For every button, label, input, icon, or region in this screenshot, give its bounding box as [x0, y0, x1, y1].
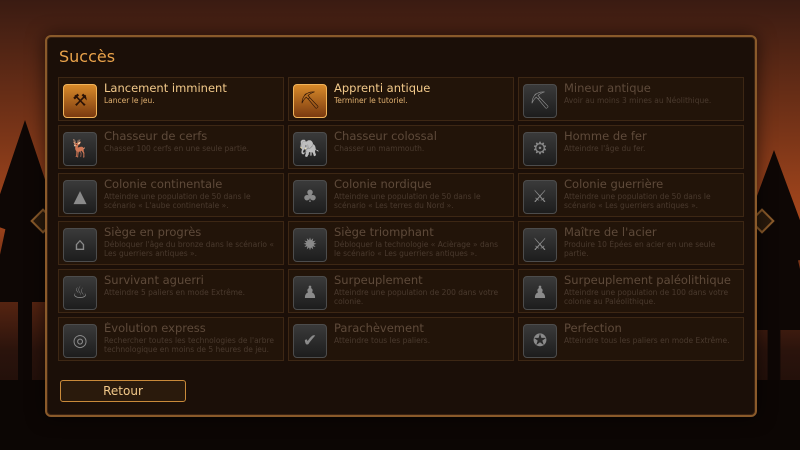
achievement-description: Débloquer la technologie « Acièrage » da…	[334, 240, 498, 258]
achievement-name: Parachèvement	[334, 322, 424, 335]
achievement-icon: ⚔	[523, 228, 557, 262]
achievement-text: Chasseur colossal Chasser un mammouth.	[334, 130, 437, 153]
page-title: Succès	[59, 47, 116, 66]
achievement-text: Apprenti antique Terminer le tutoriel.	[334, 82, 430, 105]
achievement-name: Chasseur de cerfs	[104, 130, 208, 143]
achievement-name: Apprenti antique	[334, 82, 431, 95]
achievement-description: Rechercher toutes les technologies de l'…	[104, 336, 275, 354]
achievement-icon: ▲	[63, 180, 97, 214]
achievement-card[interactable]: ♟ Surpeuplement Atteindre une population d…	[288, 269, 514, 313]
achievement-description: Atteindre une population de 100 dans vot…	[564, 288, 729, 306]
achievement-name: Perfection	[564, 322, 622, 335]
achievements-panel: Succès ⚒ Lancement imminent Lancer le jeu.…	[45, 35, 757, 417]
achievement-icon: ✪	[523, 324, 557, 358]
achievement-icon: ♣	[293, 180, 327, 214]
achievement-text: Colonie guerrière Atteindre une populatio…	[564, 178, 737, 210]
achievement-description: Atteindre une population de 50 dans le s…	[334, 192, 481, 210]
achievement-icon: ♨	[63, 276, 97, 310]
achievement-icon: ✹	[293, 228, 327, 262]
achievement-description: Atteindre 5 paliers en mode Extrême.	[104, 288, 246, 297]
achievement-description: Atteindre une population de 50 dans le s…	[104, 192, 251, 210]
achievement-icon: ♟	[523, 276, 557, 310]
achievement-icon: ⛏	[293, 84, 327, 118]
achievement-text: Siège triomphant Débloquer la technologie…	[334, 226, 507, 258]
achievement-description: Atteindre tous les paliers en mode Extrê…	[564, 336, 730, 345]
achievement-text: Évolution express Rechercher toutes les t…	[104, 322, 277, 354]
achievement-description: Atteindre l'âge du fer.	[564, 144, 646, 153]
achievement-text: Survivant aguerri Atteindre 5 paliers en …	[104, 274, 245, 297]
achievement-text: Homme de fer Atteindre l'âge du fer.	[564, 130, 647, 153]
achievement-card[interactable]: ⚙ Homme de fer Atteindre l'âge du fer.	[518, 125, 744, 169]
achievement-icon: ⛏	[523, 84, 557, 118]
achievement-name: Chasseur colossal	[334, 130, 437, 143]
achievement-text: Siège en progrès Débloquer l'âge du bronz…	[104, 226, 277, 258]
achievement-description: Chasser un mammouth.	[334, 144, 425, 153]
achievement-card[interactable]: ⛏ Mineur antique Avoir au moins 3 mines au…	[518, 77, 744, 121]
achievement-description: Produire 10 Épées en acier en une seule …	[564, 240, 716, 258]
achievement-description: Atteindre tous les paliers.	[334, 336, 431, 345]
achievement-card[interactable]: ♨ Survivant aguerri Atteindre 5 paliers en…	[58, 269, 284, 313]
achievement-text: Colonie nordique Atteindre une population…	[334, 178, 507, 210]
achievement-text: Maître de l'acier Produire 10 Épées en ac…	[564, 226, 737, 258]
achievement-icon: ⌂	[63, 228, 97, 262]
achievement-name: Siège en progrès	[104, 226, 202, 239]
achievement-name: Survivant aguerri	[104, 274, 204, 287]
achievement-card[interactable]: ⚒ Lancement imminent Lancer le jeu.	[58, 77, 284, 121]
achievement-icon: ⚒	[63, 84, 97, 118]
achievement-description: Atteindre une population de 200 dans vot…	[334, 288, 499, 306]
achievement-name: Colonie continentale	[104, 178, 223, 191]
achievement-text: Chasseur de cerfs Chasser 100 cerfs en un…	[104, 130, 249, 153]
achievement-description: Chasser 100 cerfs en une seule partie.	[104, 144, 250, 153]
achievement-card[interactable]: ♣ Colonie nordique Atteindre une populatio…	[288, 173, 514, 217]
achievement-card[interactable]: ♟ Surpeuplement paléolithique Atteindre un…	[518, 269, 744, 313]
achievement-name: Évolution express	[104, 322, 206, 335]
achievement-text: Surpeuplement paléolithique Atteindre une…	[564, 274, 737, 306]
achievement-name: Maître de l'acier	[564, 226, 657, 239]
achievement-card[interactable]: ▲ Colonie continentale Atteindre une popul…	[58, 173, 284, 217]
achievement-text: Lancement imminent Lancer le jeu.	[104, 82, 227, 105]
achievement-card[interactable]: ◎ Évolution express Rechercher toutes les …	[58, 317, 284, 361]
achievement-name: Mineur antique	[564, 82, 651, 95]
achievement-name: Surpeuplement	[334, 274, 423, 287]
achievement-name: Lancement imminent	[104, 82, 227, 95]
achievement-card[interactable]: 🦌 Chasseur de cerfs Chasser 100 cerfs en u…	[58, 125, 284, 169]
achievement-card[interactable]: ✪ Perfection Atteindre tous les paliers en…	[518, 317, 744, 361]
achievement-text: Mineur antique Avoir au moins 3 mines au …	[564, 82, 711, 105]
achievement-icon: ♟	[293, 276, 327, 310]
achievement-icon: 🦌	[63, 132, 97, 166]
achievement-name: Surpeuplement paléolithique	[564, 274, 731, 287]
achievement-name: Siège triomphant	[334, 226, 434, 239]
achievement-description: Lancer le jeu.	[104, 96, 155, 105]
achievement-name: Homme de fer	[564, 130, 647, 143]
achievement-description: Terminer le tutoriel.	[334, 96, 408, 105]
achievement-card[interactable]: ⌂ Siège en progrès Débloquer l'âge du bron…	[58, 221, 284, 265]
achievements-grid: ⚒ Lancement imminent Lancer le jeu. ⛏ Appren…	[58, 77, 744, 361]
achievement-text: Perfection Atteindre tous les paliers en …	[564, 322, 729, 345]
achievement-description: Débloquer l'âge du bronze dans le scénar…	[104, 240, 274, 258]
achievement-icon: ⚔	[523, 180, 557, 214]
achievement-card[interactable]: ✹ Siège triomphant Débloquer la technologi…	[288, 221, 514, 265]
achievement-name: Colonie guerrière	[564, 178, 664, 191]
achievement-icon: ◎	[63, 324, 97, 358]
achievement-description: Avoir au moins 3 mines au Néolithique.	[564, 96, 712, 105]
achievement-icon: 🐘	[293, 132, 327, 166]
achievement-icon: ⚙	[523, 132, 557, 166]
achievement-card[interactable]: ⛏ Apprenti antique Terminer le tutoriel.	[288, 77, 514, 121]
back-button[interactable]: Retour	[60, 380, 186, 402]
achievement-card[interactable]: ✔ Parachèvement Atteindre tous les paliers…	[288, 317, 514, 361]
achievement-text: Surpeuplement Atteindre une population de…	[334, 274, 507, 306]
achievement-card[interactable]: ⚔ Maître de l'acier Produire 10 Épées en a…	[518, 221, 744, 265]
achievement-text: Colonie continentale Atteindre une popula…	[104, 178, 277, 210]
achievement-name: Colonie nordique	[334, 178, 432, 191]
achievement-card[interactable]: 🐘 Chasseur colossal Chasser un mammouth.	[288, 125, 514, 169]
achievement-card[interactable]: ⚔ Colonie guerrière Atteindre une populati…	[518, 173, 744, 217]
achievement-description: Atteindre une population de 50 dans le s…	[564, 192, 711, 210]
achievement-text: Parachèvement Atteindre tous les paliers.	[334, 322, 430, 345]
achievement-icon: ✔	[293, 324, 327, 358]
